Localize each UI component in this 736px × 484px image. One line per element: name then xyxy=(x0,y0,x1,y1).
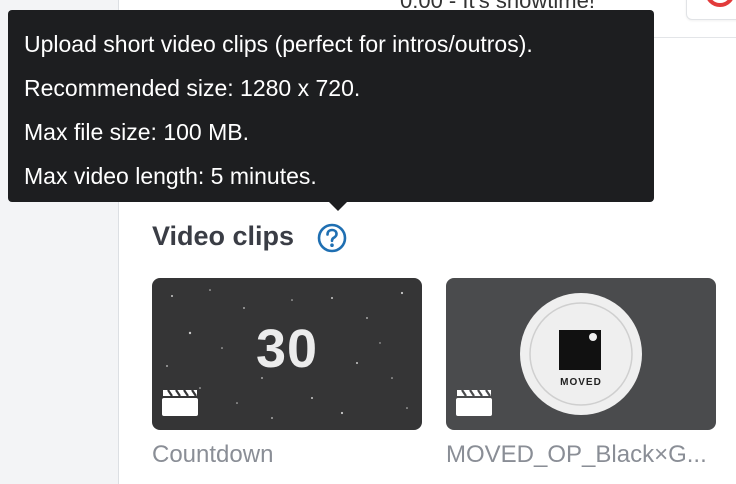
tooltip-line: Max file size: 100 MB. xyxy=(24,119,249,145)
tooltip-arrow xyxy=(328,201,348,211)
video-clip-card[interactable]: MOVED xyxy=(446,278,716,430)
section-title: Video clips xyxy=(152,221,295,251)
clip-thumbnail-text: MOVED xyxy=(560,377,602,388)
help-tooltip: Upload short video clips (perfect for in… xyxy=(8,10,654,202)
clip-label[interactable]: MOVED_OP_Black×G... xyxy=(446,441,707,469)
question-circle-icon[interactable] xyxy=(316,222,348,254)
clip-label[interactable]: Countdown xyxy=(152,441,273,469)
clip-thumbnail-text: 30 xyxy=(255,319,319,379)
tooltip-line: Upload short video clips (perfect for in… xyxy=(24,31,533,57)
moved-logo-thumbnail: MOVED xyxy=(520,293,642,415)
tooltip-line: Max video length: 5 minutes. xyxy=(24,163,317,189)
video-clip-card[interactable]: 30 xyxy=(152,278,422,430)
record-icon xyxy=(705,0,735,7)
clapperboard-icon xyxy=(162,389,198,416)
tooltip-line: Recommended size: 1280 x 720. xyxy=(24,75,361,101)
record-button[interactable] xyxy=(686,0,736,20)
clapperboard-icon xyxy=(456,389,492,416)
